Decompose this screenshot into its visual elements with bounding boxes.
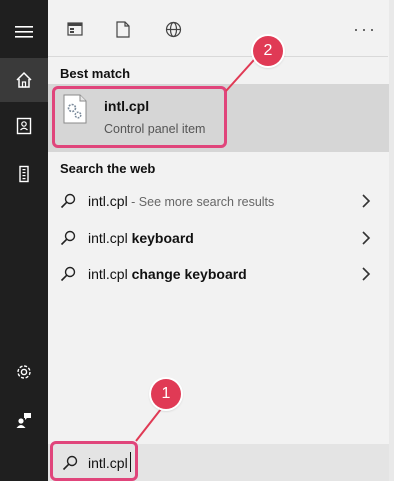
web-filter-button[interactable] xyxy=(162,18,184,40)
web-result-text: intl.cpl - See more search results xyxy=(88,193,274,209)
document-icon xyxy=(116,20,130,38)
hamburger-menu-button[interactable] xyxy=(0,10,48,54)
web-result-text: intl.cpl change keyboard xyxy=(88,266,247,282)
search-input-highlight xyxy=(50,441,138,481)
web-result-suffix: keyboard xyxy=(127,230,194,246)
web-result-suffix: change keyboard xyxy=(127,266,247,282)
web-result-query: intl.cpl xyxy=(88,193,128,209)
settings-button[interactable] xyxy=(0,350,48,394)
web-result-row[interactable]: intl.cpl change keyboard xyxy=(48,257,388,293)
search-icon xyxy=(60,266,76,282)
gear-icon xyxy=(17,365,31,379)
web-result-row[interactable]: intl.cpl - See more search results xyxy=(48,184,388,220)
documents-filter-button[interactable] xyxy=(112,18,134,40)
hamburger-icon xyxy=(15,26,33,38)
apps-icon xyxy=(67,22,83,36)
apps-filter-button[interactable] xyxy=(64,18,86,40)
building-icon xyxy=(19,165,29,183)
callout-badge-1: 1 xyxy=(151,379,181,409)
toolbar-divider xyxy=(48,56,388,57)
chevron-right-icon xyxy=(362,267,371,281)
notebook-button[interactable] xyxy=(0,104,48,148)
device-button[interactable] xyxy=(0,152,48,196)
globe-icon xyxy=(165,21,181,37)
feedback-button[interactable] xyxy=(0,398,48,442)
best-match-heading: Best match xyxy=(60,66,131,81)
best-match-highlight xyxy=(52,86,227,148)
notebook-icon xyxy=(16,117,32,135)
web-result-row[interactable]: intl.cpl keyboard xyxy=(48,221,388,257)
left-rail xyxy=(0,0,48,481)
web-result-query: intl.cpl xyxy=(88,266,128,282)
person-feedback-icon xyxy=(16,413,31,428)
search-icon xyxy=(60,230,76,246)
callout-badge-2: 2 xyxy=(253,36,283,66)
start-search-panel: ··· Best match intl.cpl Control panel it… xyxy=(0,0,394,481)
search-web-heading: Search the web xyxy=(60,161,156,176)
web-result-suffix: - See more search results xyxy=(127,195,275,209)
home-button[interactable] xyxy=(0,58,48,102)
home-icon xyxy=(16,71,32,88)
more-options-button[interactable]: ··· xyxy=(352,18,378,40)
filter-toolbar: ··· xyxy=(48,0,394,58)
chevron-right-icon xyxy=(362,194,371,208)
search-icon xyxy=(60,193,76,209)
chevron-right-icon xyxy=(362,231,371,245)
web-result-text: intl.cpl keyboard xyxy=(88,230,194,246)
web-result-query: intl.cpl xyxy=(88,230,128,246)
window-edge xyxy=(389,0,394,481)
